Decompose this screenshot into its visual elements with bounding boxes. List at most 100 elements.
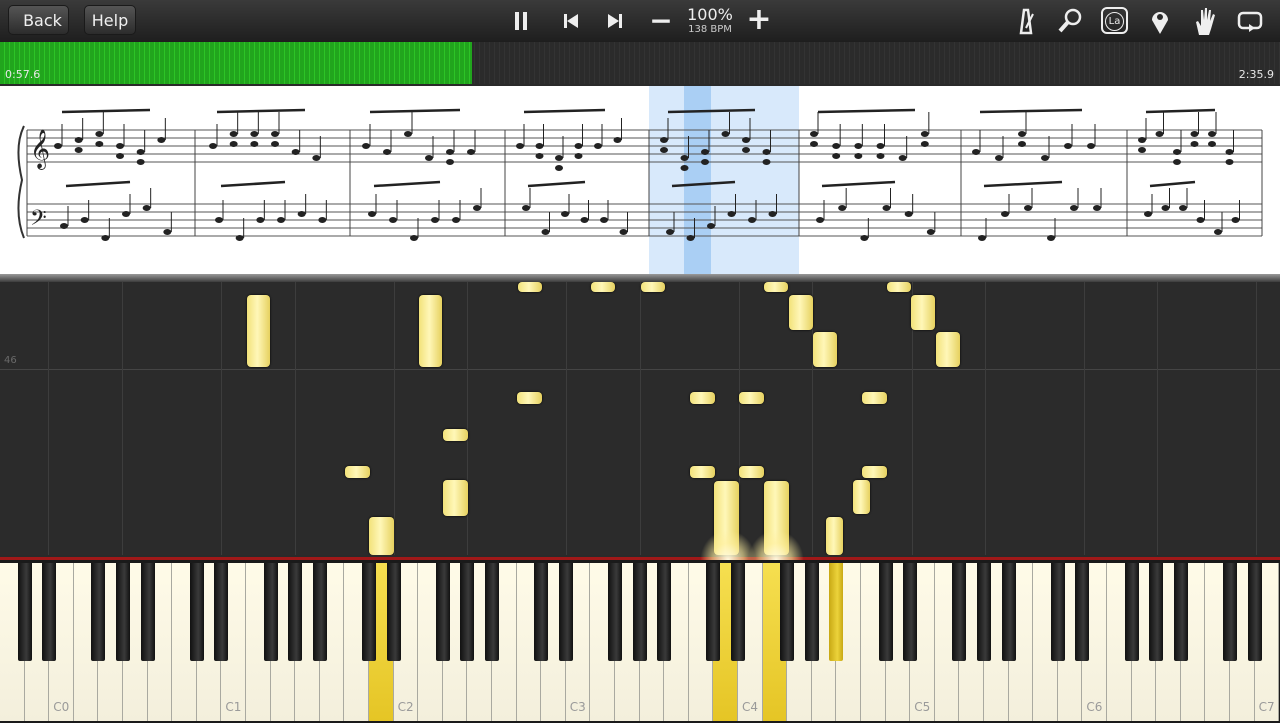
note-head bbox=[1225, 159, 1234, 165]
back-button[interactable]: Back bbox=[8, 5, 69, 35]
note-labels-button[interactable]: La bbox=[1101, 7, 1128, 34]
black-key[interactable] bbox=[878, 563, 893, 661]
grid-line bbox=[221, 282, 222, 555]
black-key[interactable] bbox=[977, 563, 991, 661]
note-head bbox=[116, 153, 124, 159]
search-button[interactable] bbox=[1055, 6, 1085, 36]
note-head bbox=[832, 143, 841, 149]
sheet-divider[interactable] bbox=[0, 274, 1280, 282]
note-head bbox=[1231, 217, 1240, 223]
falling-note bbox=[936, 332, 960, 367]
note-beam bbox=[523, 108, 606, 114]
falling-note bbox=[518, 282, 542, 292]
black-key[interactable] bbox=[312, 563, 327, 661]
note-beam bbox=[216, 108, 306, 114]
note-head bbox=[555, 155, 563, 161]
black-key[interactable] bbox=[116, 563, 130, 661]
black-key[interactable] bbox=[952, 563, 967, 661]
hand-icon bbox=[1196, 8, 1215, 35]
black-key[interactable] bbox=[1124, 563, 1139, 661]
black-key[interactable] bbox=[829, 563, 844, 661]
grid-line bbox=[566, 282, 567, 555]
black-key[interactable] bbox=[42, 563, 57, 661]
progress-bar[interactable]: 0:57.6 2:35.9 bbox=[0, 42, 1280, 84]
note-head bbox=[600, 217, 608, 223]
skip-forward-button[interactable] bbox=[602, 10, 628, 32]
black-key[interactable] bbox=[632, 563, 647, 661]
black-key[interactable] bbox=[534, 563, 549, 661]
note-head bbox=[467, 149, 475, 155]
black-key[interactable] bbox=[1001, 563, 1016, 661]
hand-button[interactable] bbox=[1191, 5, 1219, 37]
black-key[interactable] bbox=[189, 563, 204, 661]
black-key[interactable] bbox=[608, 563, 622, 661]
sheet-music-panel[interactable]: 𝄞 𝄢 bbox=[0, 86, 1280, 274]
note-head bbox=[389, 217, 397, 223]
black-key[interactable] bbox=[91, 563, 106, 661]
black-key[interactable] bbox=[706, 563, 721, 661]
note-head bbox=[74, 137, 83, 143]
skip-forward-icon bbox=[608, 14, 622, 28]
note-beam bbox=[817, 108, 916, 114]
falling-note bbox=[826, 517, 843, 555]
black-key[interactable] bbox=[288, 563, 303, 661]
black-key[interactable] bbox=[1149, 563, 1164, 661]
loop-button[interactable] bbox=[1235, 8, 1265, 34]
piano-keyboard[interactable]: C0 C1 C2 C3 C4 C5 C6 C7 bbox=[0, 557, 1280, 723]
note-head bbox=[1225, 149, 1234, 155]
treble-clef: 𝄞 bbox=[30, 129, 50, 170]
black-key[interactable] bbox=[1247, 563, 1262, 661]
help-button[interactable]: Help bbox=[84, 5, 136, 35]
black-key[interactable] bbox=[1050, 563, 1065, 661]
black-key[interactable] bbox=[780, 563, 795, 661]
slower-button[interactable]: − bbox=[648, 4, 674, 37]
black-key[interactable] bbox=[804, 563, 819, 661]
note-head bbox=[1190, 141, 1199, 147]
note-head bbox=[666, 229, 674, 235]
note-head bbox=[80, 217, 89, 223]
black-key[interactable] bbox=[386, 563, 401, 661]
faster-button[interactable]: + bbox=[746, 2, 772, 37]
black-key[interactable] bbox=[731, 563, 745, 661]
note-head bbox=[95, 141, 104, 147]
progress-fill bbox=[0, 42, 473, 84]
note-head bbox=[116, 143, 124, 149]
black-key[interactable] bbox=[657, 563, 672, 661]
black-key[interactable] bbox=[435, 563, 450, 661]
black-key[interactable] bbox=[263, 563, 278, 661]
black-key[interactable] bbox=[558, 563, 573, 661]
note-head bbox=[452, 217, 460, 223]
falling-note bbox=[591, 282, 615, 292]
black-key[interactable] bbox=[460, 563, 475, 661]
pause-button[interactable] bbox=[508, 10, 534, 32]
sheet-music-score: 𝄞𝄢 bbox=[17, 86, 1263, 274]
total-time: 2:35.9 bbox=[1238, 68, 1274, 81]
black-key[interactable] bbox=[140, 563, 155, 661]
metronome-button[interactable] bbox=[1012, 6, 1040, 36]
note-head bbox=[978, 235, 986, 241]
black-key[interactable] bbox=[214, 563, 229, 661]
black-key[interactable] bbox=[1075, 563, 1090, 661]
falling-note bbox=[911, 295, 935, 330]
note-head bbox=[1173, 159, 1181, 165]
black-key[interactable] bbox=[1173, 563, 1188, 661]
falling-note bbox=[887, 282, 911, 292]
black-key[interactable] bbox=[903, 563, 918, 661]
metronome-icon bbox=[1019, 8, 1034, 35]
black-key[interactable] bbox=[1223, 563, 1237, 661]
octave-label: C4 bbox=[742, 700, 759, 714]
note-head bbox=[425, 155, 433, 161]
falling-note bbox=[690, 392, 715, 404]
note-head bbox=[157, 137, 166, 143]
note-head bbox=[882, 205, 891, 211]
note-head bbox=[473, 205, 481, 211]
black-key[interactable] bbox=[485, 563, 499, 661]
location-button[interactable] bbox=[1148, 6, 1172, 36]
falling-note bbox=[345, 466, 370, 478]
note-head bbox=[898, 155, 907, 161]
black-key[interactable] bbox=[362, 563, 376, 661]
skip-back-button[interactable] bbox=[558, 10, 584, 32]
note-head bbox=[250, 131, 259, 137]
note-head bbox=[1179, 205, 1187, 211]
black-key[interactable] bbox=[17, 563, 32, 661]
